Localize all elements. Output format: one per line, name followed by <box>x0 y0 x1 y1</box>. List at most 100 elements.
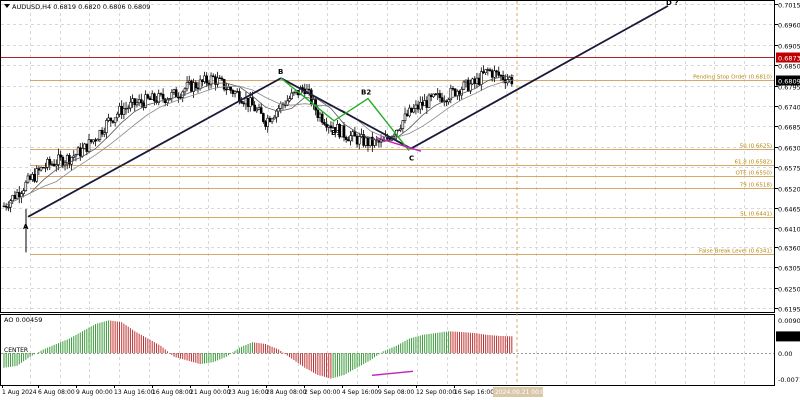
candle-body <box>111 120 115 123</box>
candle-body <box>347 139 350 142</box>
candle-body <box>447 99 450 103</box>
candle-body <box>264 121 267 127</box>
candle-body <box>190 80 193 92</box>
wave-label: B1 <box>331 129 341 137</box>
candle-body <box>488 69 492 72</box>
wave-label: A <box>23 223 29 231</box>
level-label: OTE (0.6550) <box>736 171 772 177</box>
candle-body <box>2 205 6 208</box>
candle-body <box>159 93 163 95</box>
candle-body <box>205 75 208 84</box>
wave-label: B <box>278 68 283 76</box>
candle-body <box>137 99 141 104</box>
candle-body <box>148 97 152 101</box>
chart-canvas[interactable]: 0.70150.69600.69050.68500.67950.67400.66… <box>0 0 800 400</box>
candle-body <box>462 81 466 90</box>
y-tick-label: 0.6575 <box>778 165 800 173</box>
x-tick-label: 21 Aug 00:00 <box>190 389 231 396</box>
candle-body <box>242 102 246 105</box>
candle-body <box>490 70 494 78</box>
candle-body <box>55 164 58 167</box>
candle-body <box>33 174 36 182</box>
candle-body <box>140 99 143 104</box>
candle-body <box>9 200 12 208</box>
candle-body <box>122 108 126 115</box>
candle-body <box>480 71 483 85</box>
candle-body <box>46 159 49 168</box>
candle-body <box>344 137 348 140</box>
current-price-label: 0.6809 <box>778 78 800 86</box>
candle-body <box>153 93 156 102</box>
candle-body <box>179 96 182 99</box>
candle-body <box>109 117 113 122</box>
candle-body <box>414 104 418 109</box>
candle-body <box>445 100 448 103</box>
candle-body <box>405 113 409 117</box>
candle-body <box>429 94 433 97</box>
candle-body <box>353 131 357 137</box>
y-tick-label: 0.6360 <box>778 245 800 253</box>
candle-body <box>218 77 222 80</box>
x-highlight-label: 2024.09.21 00:00 <box>495 389 549 396</box>
candle-body <box>48 159 52 165</box>
candle-body <box>231 90 235 94</box>
candle-body <box>508 77 511 80</box>
wave-label: D ? <box>666 0 678 7</box>
candle-body <box>26 175 30 183</box>
candle-body <box>235 91 239 93</box>
candle-body <box>203 75 206 82</box>
candle-body <box>323 122 326 125</box>
y-tick-label: 0.6960 <box>778 22 800 30</box>
x-tick-label: 1 Aug 2024 <box>2 389 37 396</box>
candle-body <box>423 100 426 106</box>
candle-body <box>4 205 8 208</box>
x-tick-label: 13 Aug 16:00 <box>114 389 155 396</box>
candle-body <box>473 78 477 84</box>
candle-body <box>28 175 32 180</box>
candle-body <box>425 100 429 108</box>
y-tick-label: 0.6250 <box>778 286 800 294</box>
candle-body <box>272 116 276 120</box>
candle-body <box>120 105 123 115</box>
candle-body <box>187 80 191 83</box>
x-tick-label: 28 Aug 08:00 <box>266 389 307 396</box>
candle-body <box>185 82 189 90</box>
candle-body <box>7 206 10 209</box>
candle-body <box>13 195 17 199</box>
x-tick-label: 9 Sep 08:00 <box>378 389 414 396</box>
y-tick-label: 0.6305 <box>778 265 800 273</box>
candle-body <box>170 92 174 99</box>
candle-body <box>44 167 47 169</box>
candle-body <box>499 75 503 77</box>
candle-body <box>211 75 215 78</box>
candle-body <box>466 79 470 92</box>
candle-body <box>31 174 34 180</box>
candle-body <box>279 103 283 109</box>
candle-body <box>35 168 38 182</box>
candle-body <box>268 117 272 123</box>
candle-body <box>227 86 230 90</box>
candle-body <box>22 190 25 194</box>
candle-body <box>320 113 324 123</box>
y-tick-label: 0.6850 <box>778 63 800 71</box>
candle-body <box>166 99 169 103</box>
candle-body <box>244 97 248 105</box>
ao-tick-label: -0.0071 <box>778 376 800 384</box>
candle-body <box>453 88 457 97</box>
level-label: 79 (0.6518) <box>740 183 772 189</box>
candle-body <box>105 120 108 134</box>
candle-body <box>418 102 422 110</box>
candle-body <box>131 98 134 103</box>
candle-body <box>397 129 400 132</box>
ao-center-label: CENTER <box>4 347 28 354</box>
candle-body <box>233 91 237 94</box>
candle-body <box>355 135 359 145</box>
candle-body <box>177 96 180 99</box>
candle-body <box>416 104 420 110</box>
candle-body <box>292 91 296 94</box>
y-tick-label: 0.6630 <box>778 145 800 153</box>
candle-body <box>275 110 278 118</box>
candle-body <box>349 135 352 142</box>
candle-body <box>477 77 481 85</box>
candle-body <box>72 155 76 158</box>
